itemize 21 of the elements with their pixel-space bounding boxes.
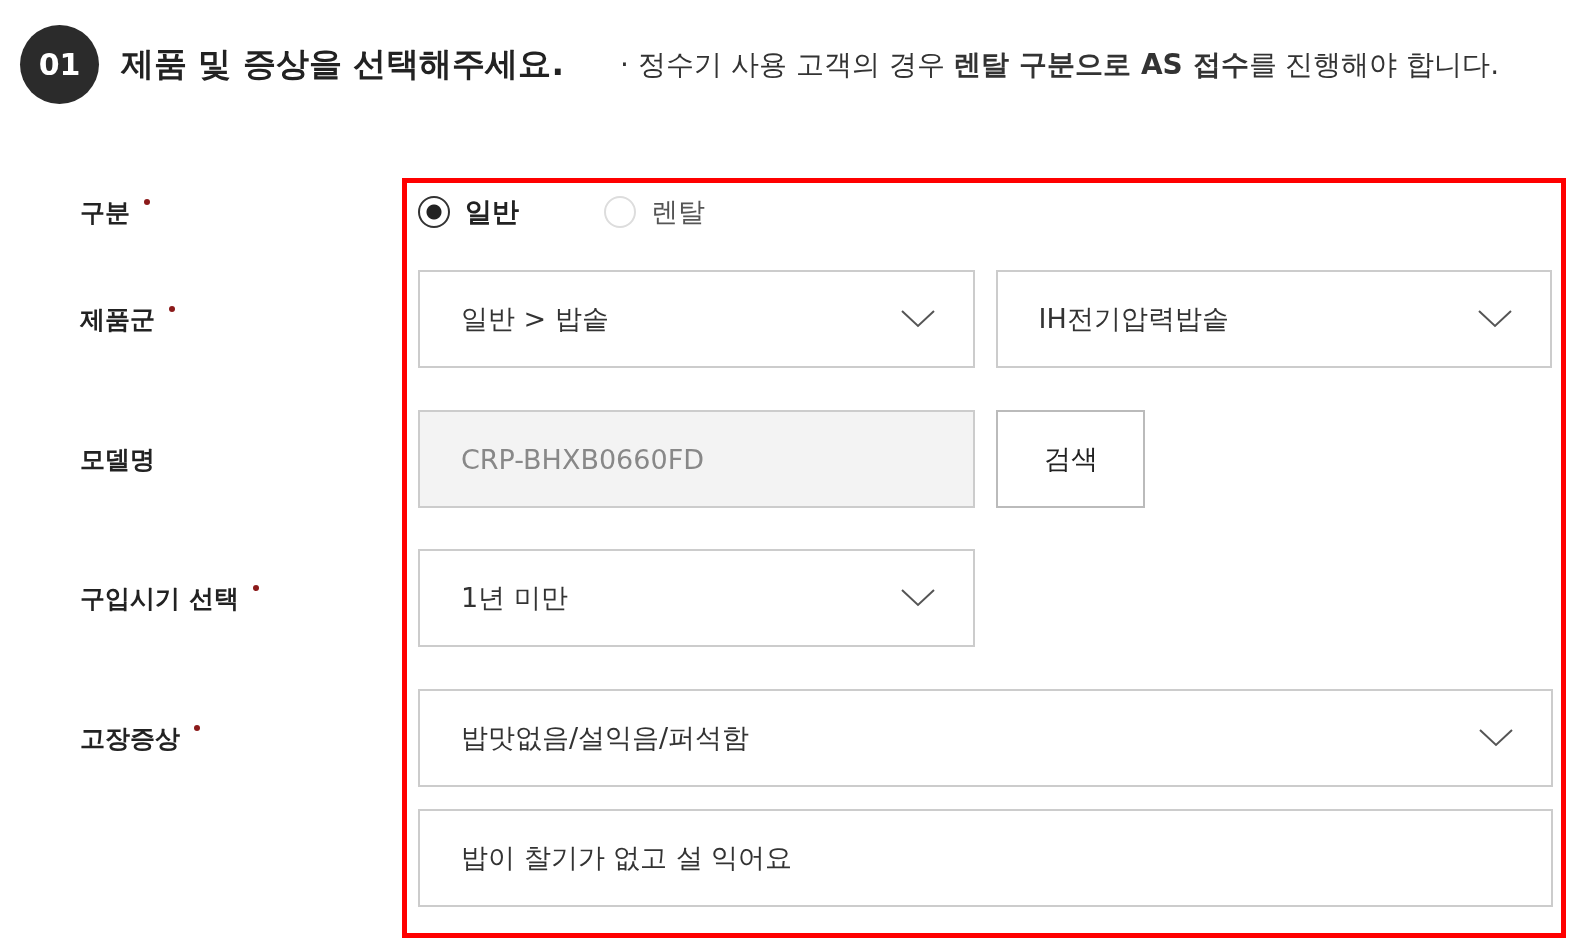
dropdown-select[interactable]: 밥맛없음/설익음/퍼석함 [418, 689, 1553, 787]
radio-label[interactable]: 렌탈 [651, 194, 705, 230]
field-label: 고장증상 [80, 722, 180, 755]
chevron-down-icon [901, 589, 935, 607]
radio-label[interactable]: 일반 [465, 194, 519, 230]
step-number-badge: 01 [20, 25, 99, 104]
symptom-text-field[interactable]: 밥이 찰기가 없고 설 익어요 [418, 809, 1553, 907]
search-button[interactable]: 검색 [996, 410, 1145, 508]
field-label: 구분 [80, 196, 130, 229]
field-label: 제품군 [80, 303, 155, 336]
chevron-down-icon [900, 310, 935, 328]
dropdown-select[interactable]: 1년 미만 [418, 549, 975, 647]
field-label: 모델명 [80, 443, 155, 476]
notice-text: · 정수기 사용 고객의 경우 렌탈 구분으로 AS 접수를 진행해야 합니다. [620, 46, 1500, 83]
chevron-down-icon [1479, 729, 1513, 747]
dropdown-select[interactable]: 일반 > 밥솥 [418, 270, 975, 368]
radio-button[interactable] [418, 196, 450, 228]
dropdown-select[interactable]: IH전기압력밥솥 [995, 270, 1552, 368]
section-title: 제품 및 증상을 선택해주세요. [121, 43, 564, 85]
chevron-down-icon [1478, 310, 1512, 328]
field-label: 구입시기 선택 [80, 582, 239, 615]
